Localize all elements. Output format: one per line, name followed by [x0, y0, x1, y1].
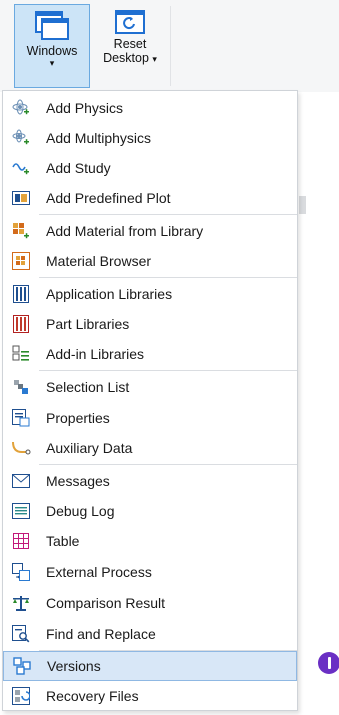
menu-item-add-study[interactable]: Add Study [3, 153, 297, 183]
menu-item-messages[interactable]: Messages [3, 466, 297, 496]
menu-item-label: External Process [46, 564, 152, 580]
find-replace-icon [11, 624, 31, 644]
background-strip [299, 196, 306, 214]
background [299, 92, 339, 715]
menu-item-label: Properties [46, 410, 110, 426]
menu-separator [39, 277, 297, 278]
menu-item-recovery-files[interactable]: Recovery Files [3, 681, 297, 711]
menu-item-label: Part Libraries [46, 316, 130, 332]
reset-desktop-icon [115, 10, 145, 34]
menu-item-comparison-result[interactable]: Comparison Result [3, 588, 297, 618]
table-icon [11, 531, 31, 551]
windows-button[interactable]: Windows ▾ [14, 4, 90, 88]
recovery-files-icon [11, 686, 31, 706]
add-study-icon [11, 158, 31, 178]
callout-badge-mark [328, 657, 331, 669]
comparison-result-icon [11, 593, 31, 613]
menu-item-label: Versions [47, 658, 101, 674]
debug-log-icon [11, 501, 31, 521]
versions-icon [12, 656, 32, 676]
reset-desktop-button[interactable]: Reset Desktop ▾ [94, 4, 166, 88]
menu-item-label: Material Browser [46, 253, 152, 269]
menu-item-label: Debug Log [46, 503, 115, 519]
menu-item-label: Application Libraries [46, 286, 173, 302]
material-browser-icon [11, 251, 31, 271]
menu-item-label: Messages [46, 473, 110, 489]
menu-item-properties[interactable]: Properties [3, 403, 297, 433]
add-plot-icon [11, 188, 31, 208]
properties-icon [11, 408, 31, 428]
menu-item-table[interactable]: Table [3, 526, 297, 556]
add-material-icon [11, 221, 31, 241]
menu-item-label: Recovery Files [46, 688, 139, 704]
reset-label-line1: Reset [113, 37, 147, 51]
menu-item-label: Add Study [46, 160, 111, 176]
menu-item-auxiliary-data[interactable]: Auxiliary Data [3, 433, 297, 463]
ribbon-separator [170, 6, 171, 86]
menu-item-label: Add-in Libraries [46, 346, 145, 362]
menu-separator [39, 214, 297, 215]
menu-item-label: Find and Replace [46, 626, 156, 642]
menu-item-label: Table [46, 533, 80, 549]
menu-item-external-process[interactable]: External Process [3, 557, 297, 587]
menu-item-find-and-replace[interactable]: Find and Replace [3, 619, 297, 649]
application-libraries-icon [11, 284, 31, 304]
menu-item-label: Selection List [46, 379, 130, 395]
chevron-down-icon: ▾ [49, 58, 55, 68]
add-multiphysics-icon [11, 128, 31, 148]
menu-item-label: Add Multiphysics [46, 130, 152, 146]
menu-item-add-material[interactable]: Add Material from Library [3, 216, 297, 246]
menu-item-label: Auxiliary Data [46, 440, 133, 456]
menu-item-material-browser[interactable]: Material Browser [3, 246, 297, 276]
windows-label: Windows [26, 44, 78, 58]
menu-item-part-libraries[interactable]: Part Libraries [3, 309, 297, 339]
menu-item-add-predefined-plot[interactable]: Add Predefined Plot [3, 183, 297, 213]
chevron-down-icon: ▾ [152, 54, 157, 64]
add-physics-icon [11, 98, 31, 118]
reset-label-line2: Desktop [103, 51, 149, 65]
menu-item-add-physics[interactable]: Add Physics [3, 93, 297, 123]
menu-item-addin-libraries[interactable]: Add-in Libraries [3, 339, 297, 369]
menu-item-label: Add Material from Library [46, 223, 204, 239]
menu-item-label: Add Predefined Plot [46, 190, 171, 206]
menu-item-label: Comparison Result [46, 595, 166, 611]
menu-separator [39, 370, 297, 371]
ribbon: Windows ▾ Reset Desktop ▾ [0, 0, 339, 92]
part-libraries-icon [11, 314, 31, 334]
external-process-icon [11, 562, 31, 582]
selection-list-icon [11, 377, 31, 397]
menu-item-selection-list[interactable]: Selection List [3, 372, 297, 402]
windows-menu: Add Physics Add Multiphysics Add Study A… [2, 90, 298, 711]
auxiliary-data-icon [11, 438, 31, 458]
windows-icon [35, 11, 69, 40]
messages-icon [11, 471, 31, 491]
menu-separator [39, 464, 297, 465]
menu-item-application-libraries[interactable]: Application Libraries [3, 279, 297, 309]
menu-item-debug-log[interactable]: Debug Log [3, 496, 297, 526]
menu-item-label: Add Physics [46, 100, 124, 116]
menu-item-versions[interactable]: Versions [3, 651, 297, 681]
addin-libraries-icon [11, 344, 31, 364]
menu-item-add-multiphysics[interactable]: Add Multiphysics [3, 123, 297, 153]
